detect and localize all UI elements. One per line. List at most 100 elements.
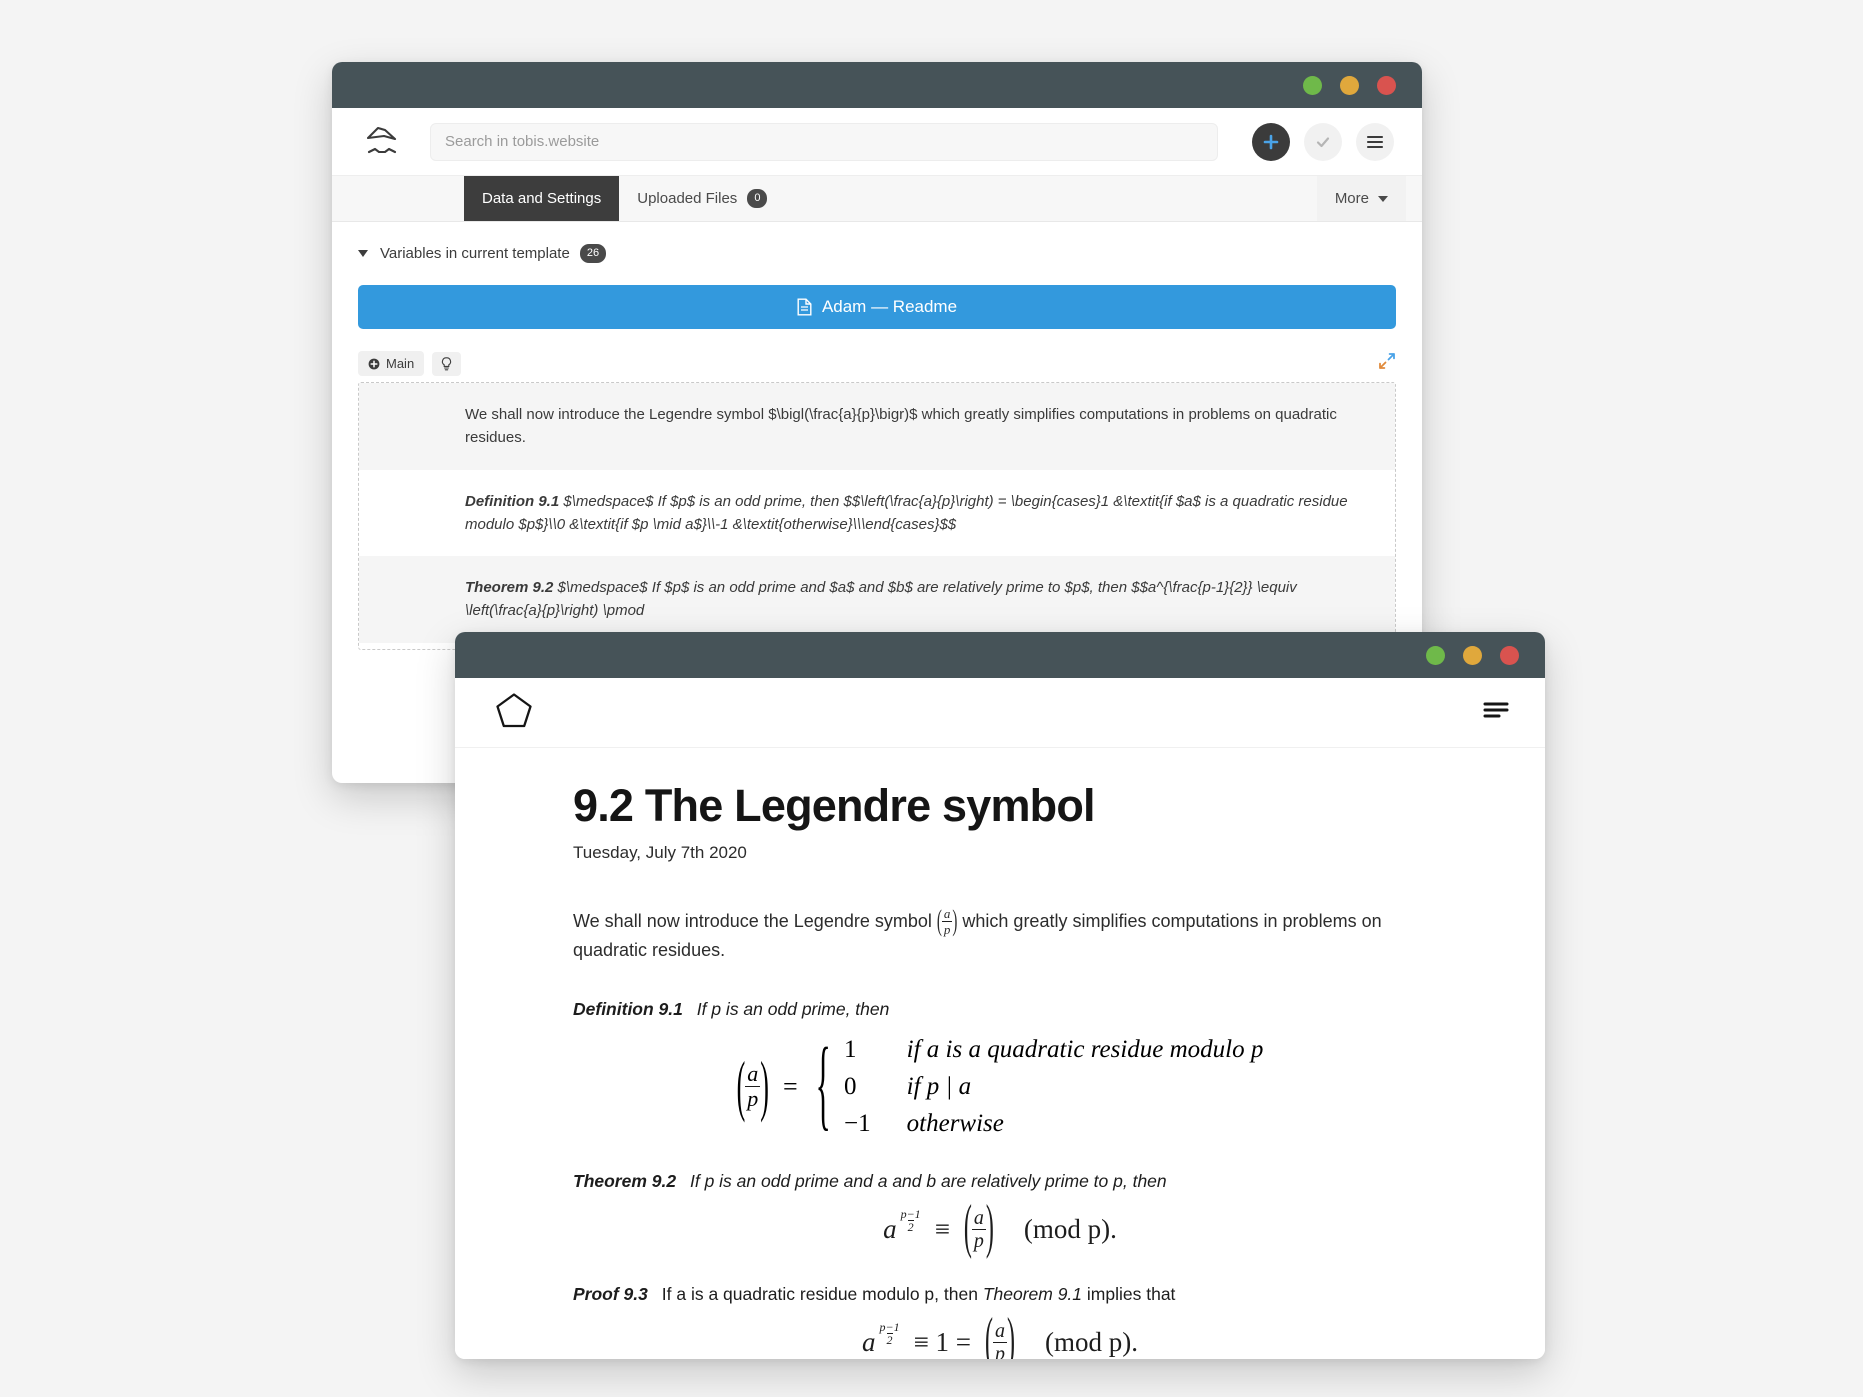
case-value: 0 <box>844 1072 857 1100</box>
readme-label: Adam — Readme <box>821 297 958 316</box>
theorem-equation: a p−1 2 ≡ ( a p ) (mod p). <box>883 1195 1117 1261</box>
pentagon-logo-icon[interactable] <box>495 692 533 733</box>
preview-content: 9.2 The Legendre symbol Tuesday, July 7t… <box>455 748 1545 1359</box>
theorem-text: If p is an odd prime and a and b are rel… <box>689 1170 1167 1191</box>
more-label: More <box>1334 190 1369 207</box>
hamburger-icon <box>1483 702 1509 718</box>
equation-exponent: p−1 2 <box>879 1320 900 1348</box>
proof-text-pre: If a is a quadratic residue modulo p, th… <box>661 1284 978 1305</box>
definition-equation: ( a p ) = { 1 if a is a quadratic residu… <box>573 1029 1427 1141</box>
readme-button[interactable]: Adam — Readme <box>358 285 1396 329</box>
congruence-sign: ≡ <box>934 1214 950 1245</box>
search-placeholder: Search in tobis.website <box>445 133 600 150</box>
expand-arrows-icon <box>1379 353 1395 369</box>
source-text: $\medspace$ If $p$ is an odd prime and $… <box>465 579 1297 620</box>
legendre-numerator: a <box>973 1207 984 1230</box>
congruence-relation: ≡ 1 = <box>913 1327 972 1358</box>
proof-text-post: implies that <box>1086 1284 1176 1305</box>
proof-equation: a p−1 2 ≡ 1 = ( a p ) (mod p). <box>573 1309 1427 1359</box>
proof-mod: (mod p). <box>1045 1327 1139 1358</box>
tab-label: Data and Settings <box>482 190 602 207</box>
more-menu-button[interactable]: More <box>1316 176 1406 221</box>
case-condition: if p | a <box>906 1072 972 1100</box>
check-icon <box>1316 136 1330 147</box>
document-icon <box>797 298 812 316</box>
proof-statement: Proof 9.3 If a is a quadratic residue mo… <box>573 1281 1427 1307</box>
plus-circle-icon <box>368 358 380 369</box>
legendre-symbol-inline: ( a p ) <box>936 905 958 938</box>
legendre-numerator: a <box>995 1320 1006 1343</box>
page-title: 9.2 The Legendre symbol <box>573 780 1096 831</box>
search-input[interactable]: Search in tobis.website <box>430 122 1218 161</box>
cases-block: { 1 if a is a quadratic residue modulo p… <box>812 1029 1264 1141</box>
variables-toggle[interactable]: Variables in current template 26 <box>358 244 1396 263</box>
case-condition: otherwise <box>906 1109 1004 1137</box>
uploaded-files-count: 0 <box>747 189 768 208</box>
tobis-logo-icon[interactable] <box>356 120 408 164</box>
editor-titlebar <box>332 62 1422 108</box>
lightbulb-icon <box>442 356 452 370</box>
definition-label: Definition 9.1 <box>573 998 683 1019</box>
intro-paragraph: We shall now introduce the Legendre symb… <box>573 905 1427 966</box>
page-date: Tuesday, July 7th 2020 <box>573 842 747 862</box>
minimize-button[interactable] <box>1426 645 1445 665</box>
legendre-denominator: p <box>993 1342 1008 1359</box>
section-chip-main[interactable]: Main <box>358 351 425 376</box>
variables-count: 26 <box>579 244 607 263</box>
case-value: −1 <box>844 1109 871 1137</box>
section-chip-hint[interactable] <box>432 351 462 376</box>
section-chip-label: Main <box>386 356 415 371</box>
source-text: $\medspace$ If $p$ is an odd prime, then… <box>465 492 1348 533</box>
hamburger-icon <box>1366 135 1384 148</box>
equation-exponent: p−1 2 <box>900 1207 921 1235</box>
source-text: We shall now introduce the Legendre symb… <box>465 406 1337 447</box>
variables-label: Variables in current template <box>380 245 570 262</box>
close-button[interactable] <box>1377 75 1396 95</box>
equation-base: a <box>883 1214 897 1245</box>
maximize-button[interactable] <box>1463 645 1482 665</box>
confirm-button[interactable] <box>1304 122 1342 161</box>
tab-label: Uploaded Files <box>637 190 738 207</box>
minimize-button[interactable] <box>1303 75 1322 95</box>
source-definition[interactable]: Definition 9.1 $\medspace$ If $p$ is an … <box>359 470 1395 557</box>
definition-statement: Definition 9.1 If p is an odd prime, the… <box>573 996 1427 1022</box>
editor-tabbar: Data and Settings Uploaded Files 0 More <box>332 176 1422 222</box>
equation-base: a <box>861 1327 876 1358</box>
tab-data-and-settings[interactable]: Data and Settings <box>464 176 620 221</box>
screenshot-stage: Search in tobis.website Data and Setting… <box>0 0 1863 1397</box>
template-source-panel[interactable]: We shall now introduce the Legendre symb… <box>358 382 1396 650</box>
expand-panel-button[interactable] <box>1378 352 1396 375</box>
source-label: Theorem 9.2 <box>465 579 554 596</box>
source-paragraph[interactable]: We shall now introduce the Legendre symb… <box>359 383 1395 470</box>
menu-button[interactable] <box>1356 122 1394 161</box>
legendre-denominator: p <box>941 921 953 938</box>
case-value: 1 <box>844 1035 857 1063</box>
preview-titlebar <box>455 632 1545 678</box>
tab-uploaded-files[interactable]: Uploaded Files 0 <box>619 176 785 221</box>
proof-label: Proof 9.3 <box>573 1284 648 1305</box>
legendre-denominator: p <box>745 1086 761 1112</box>
equals-sign: = <box>782 1071 798 1101</box>
theorem-mod: (mod p). <box>1023 1214 1117 1245</box>
chevron-down-icon <box>1378 195 1388 202</box>
plus-icon <box>1263 134 1279 149</box>
preview-window: 9.2 The Legendre symbol Tuesday, July 7t… <box>455 632 1545 1359</box>
theorem-statement: Theorem 9.2 If p is an odd prime and a a… <box>573 1168 1427 1194</box>
legendre-numerator: a <box>747 1061 759 1087</box>
left-brace: { <box>815 1029 831 1142</box>
editor-toolbar: Search in tobis.website <box>332 108 1422 176</box>
maximize-button[interactable] <box>1340 75 1359 95</box>
legendre-denominator: p <box>971 1229 986 1253</box>
preview-menu-button[interactable] <box>1483 701 1509 724</box>
definition-text: If p is an odd prime, then <box>696 998 890 1019</box>
source-theorem[interactable]: Theorem 9.2 $\medspace$ If $p$ is an odd… <box>359 556 1395 643</box>
legendre-numerator: a <box>943 906 951 922</box>
close-button[interactable] <box>1500 645 1519 665</box>
preview-header <box>455 678 1545 748</box>
case-condition: if a is a quadratic residue modulo p <box>906 1035 1264 1063</box>
theorem-label: Theorem 9.2 <box>573 1170 677 1191</box>
add-button[interactable] <box>1252 122 1290 161</box>
chevron-down-icon <box>358 250 368 257</box>
editor-content: Variables in current template 26 Adam — … <box>332 222 1422 650</box>
window-controls <box>1426 645 1519 665</box>
